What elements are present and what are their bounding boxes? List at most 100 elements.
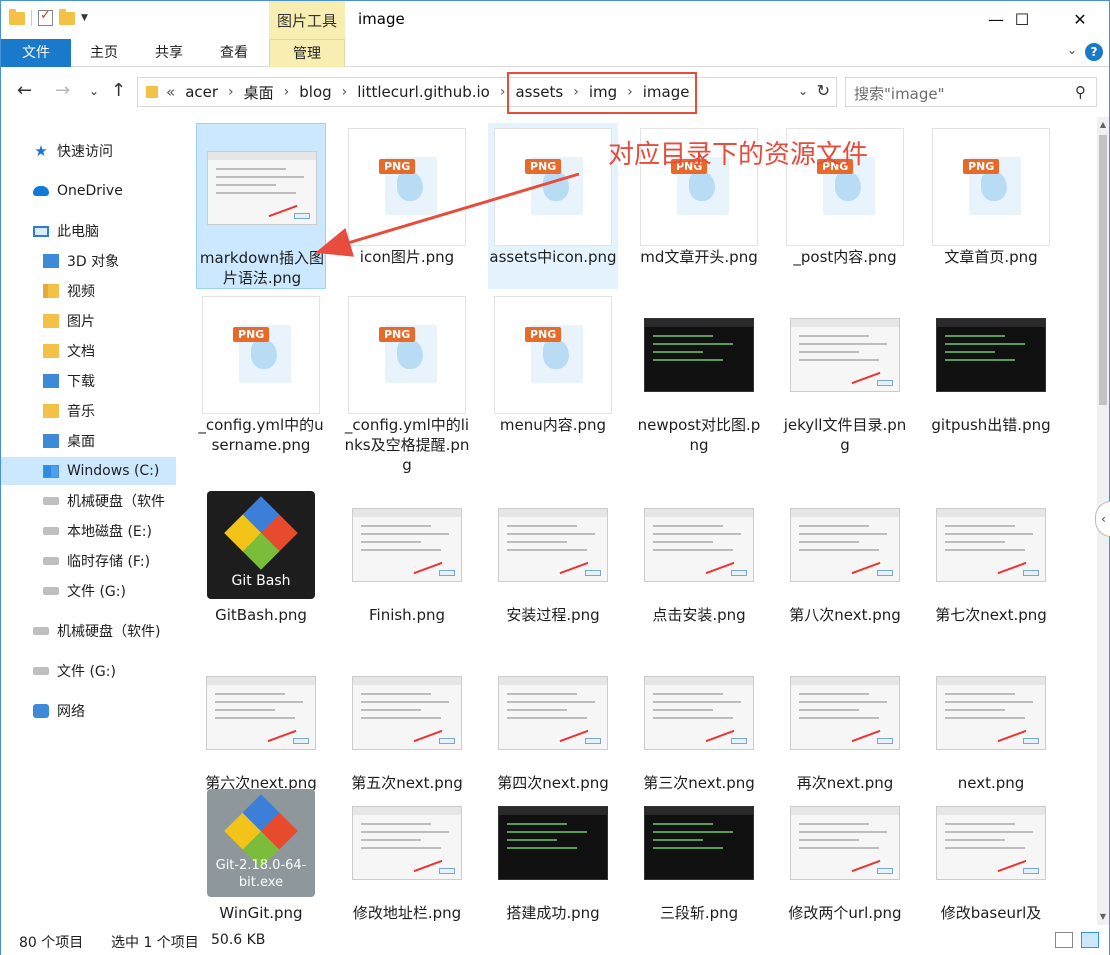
file-item[interactable]: 第五次next.png [342,649,472,793]
tab-manage[interactable]: 管理 [269,39,345,67]
file-item[interactable]: 第六次next.png [196,649,326,793]
nav-documents[interactable]: 文档 [1,337,176,365]
chevron-right-icon[interactable]: › [342,84,348,100]
file-thumbnail: PNG [493,127,613,247]
file-item[interactable]: PNG icon图片.png [342,123,472,289]
file-name: _post内容.png [793,248,897,266]
file-item[interactable]: markdown插入图片语法.png [196,123,326,289]
nav-network[interactable]: 网络 [1,697,176,725]
tab-home[interactable]: 主页 [75,39,133,67]
divider [31,10,32,26]
png-file-icon: PNG [494,296,612,414]
tab-file[interactable]: 文件 [1,39,71,67]
file-item[interactable]: 再次next.png [780,649,910,793]
chevron-right-icon[interactable]: › [284,84,290,100]
file-item[interactable]: 点击安装.png [634,481,764,625]
file-item[interactable]: 第三次next.png [634,649,764,793]
nav-quick-access[interactable]: ★ 快速访问 [1,137,176,165]
nav-label: 本地磁盘 (E:) [67,524,152,540]
chevron-down-icon[interactable]: ⌄ [798,84,808,98]
nav-desktop[interactable]: 桌面 [1,427,176,455]
file-item[interactable]: 第七次next.png [926,481,1056,625]
file-item[interactable]: PNG _config.yml中的links及空格提醒.png [342,291,472,477]
file-thumbnail [639,295,759,415]
address-bar[interactable]: « acer › 桌面 › blog › littlecurl.github.i… [137,77,837,107]
nav-local-e[interactable]: 本地磁盘 (E:) [1,517,176,545]
nav-files-g[interactable]: 文件 (G:) [1,577,176,605]
nav-label: 机械硬盘（软件 [67,494,165,510]
nav-3d-objects[interactable]: 3D 对象 [1,247,176,275]
nav-pictures[interactable]: 图片 [1,307,176,335]
file-item[interactable]: 安装过程.png [488,481,618,625]
recent-locations-icon[interactable]: ⌄ [89,84,99,98]
file-item[interactable]: PNG _config.yml中的username.png [196,291,326,477]
chevron-right-icon[interactable]: › [228,84,234,100]
file-item[interactable]: 第八次next.png [780,481,910,625]
tab-share[interactable]: 共享 [139,39,199,67]
scroll-thumb[interactable] [1099,135,1107,405]
expand-ribbon-icon[interactable]: ⌄ [1067,43,1077,57]
nav-files-g-root[interactable]: 文件 (G:) [1,657,176,685]
chevron-right-icon[interactable]: › [500,84,506,100]
file-item[interactable]: jekyll文件目录.png [780,291,910,477]
picture-tools-context-tab: 图片工具 [269,1,345,39]
nav-windows-c[interactable]: Windows (C:) [1,457,176,485]
music-folder-icon [43,404,59,418]
breadcrumb-item[interactable]: blog [299,83,331,101]
file-item[interactable]: Finish.png [342,481,472,625]
breadcrumb-item[interactable]: littlecurl.github.io [357,83,490,101]
file-item[interactable]: next.png [926,649,1056,793]
breadcrumb-item[interactable]: acer [185,83,218,101]
file-thumbnail [639,783,759,903]
nav-this-pc[interactable]: 此电脑 [1,217,176,245]
folder-icon [9,8,25,25]
large-icons-view-icon[interactable] [1081,932,1099,948]
forward-arrow-icon[interactable]: → [55,80,70,101]
file-item[interactable]: PNG 文章首页.png [926,123,1056,289]
drive-icon [43,527,59,535]
file-item[interactable]: 三段斩.png [634,779,764,925]
file-item[interactable]: PNG menu内容.png [488,291,618,477]
nav-hdd-software-root[interactable]: 机械硬盘（软件) [1,617,176,645]
nav-videos[interactable]: 视频 [1,277,176,305]
search-input[interactable]: 搜索"image" ⚲ [845,77,1097,107]
file-item[interactable]: 修改baseurl及 [926,779,1056,925]
file-item[interactable]: newpost对比图.png [634,291,764,477]
file-thumbnail [785,653,905,773]
image-preview [498,676,608,750]
file-item[interactable]: Git-2.18.0-64-bit.exe WinGit.png [196,779,326,925]
breadcrumb-item[interactable]: 桌面 [244,82,274,103]
customize-toolbar-icon[interactable]: ▼ [81,13,88,23]
file-item[interactable]: Git Bash GitBash.png [196,481,326,625]
maximize-button[interactable]: ☐ [999,5,1045,35]
nav-downloads[interactable]: 下载 [1,367,176,395]
file-item[interactable]: 修改两个url.png [780,779,910,925]
properties-icon[interactable] [38,8,53,26]
refresh-icon[interactable]: ↻ [817,81,830,100]
file-item[interactable]: gitpush出错.png [926,291,1056,477]
close-button[interactable]: ✕ [1057,5,1103,35]
scroll-up-icon[interactable]: ▲ [1097,117,1109,133]
file-item[interactable]: 第四次next.png [488,649,618,793]
tab-view[interactable]: 查看 [204,39,264,67]
file-item[interactable]: 修改地址栏.png [342,779,472,925]
scroll-down-icon[interactable]: ▼ [1097,909,1109,925]
help-icon[interactable]: ? [1085,43,1103,61]
file-thumbnail [347,485,467,605]
file-item[interactable]: 搭建成功.png [488,779,618,925]
file-thumbnail [639,485,759,605]
nav-temp-f[interactable]: 临时存储 (F:) [1,547,176,575]
up-arrow-icon[interactable]: ↑ [111,80,126,101]
file-thumbnail [493,485,613,605]
nav-hdd-software[interactable]: 机械硬盘（软件 [1,487,176,515]
nav-music[interactable]: 音乐 [1,397,176,425]
overflow-icon[interactable]: « [166,83,175,101]
file-item[interactable]: PNG assets中icon.png [488,123,618,289]
selection-size: 50.6 KB [211,932,266,948]
details-view-icon[interactable] [1055,932,1073,948]
file-thumbnail [785,295,905,415]
back-arrow-icon[interactable]: ← [17,80,32,101]
selection-count: 选中 1 个项目 [111,935,199,951]
nav-onedrive[interactable]: OneDrive [1,177,176,205]
new-folder-icon[interactable] [59,8,75,25]
